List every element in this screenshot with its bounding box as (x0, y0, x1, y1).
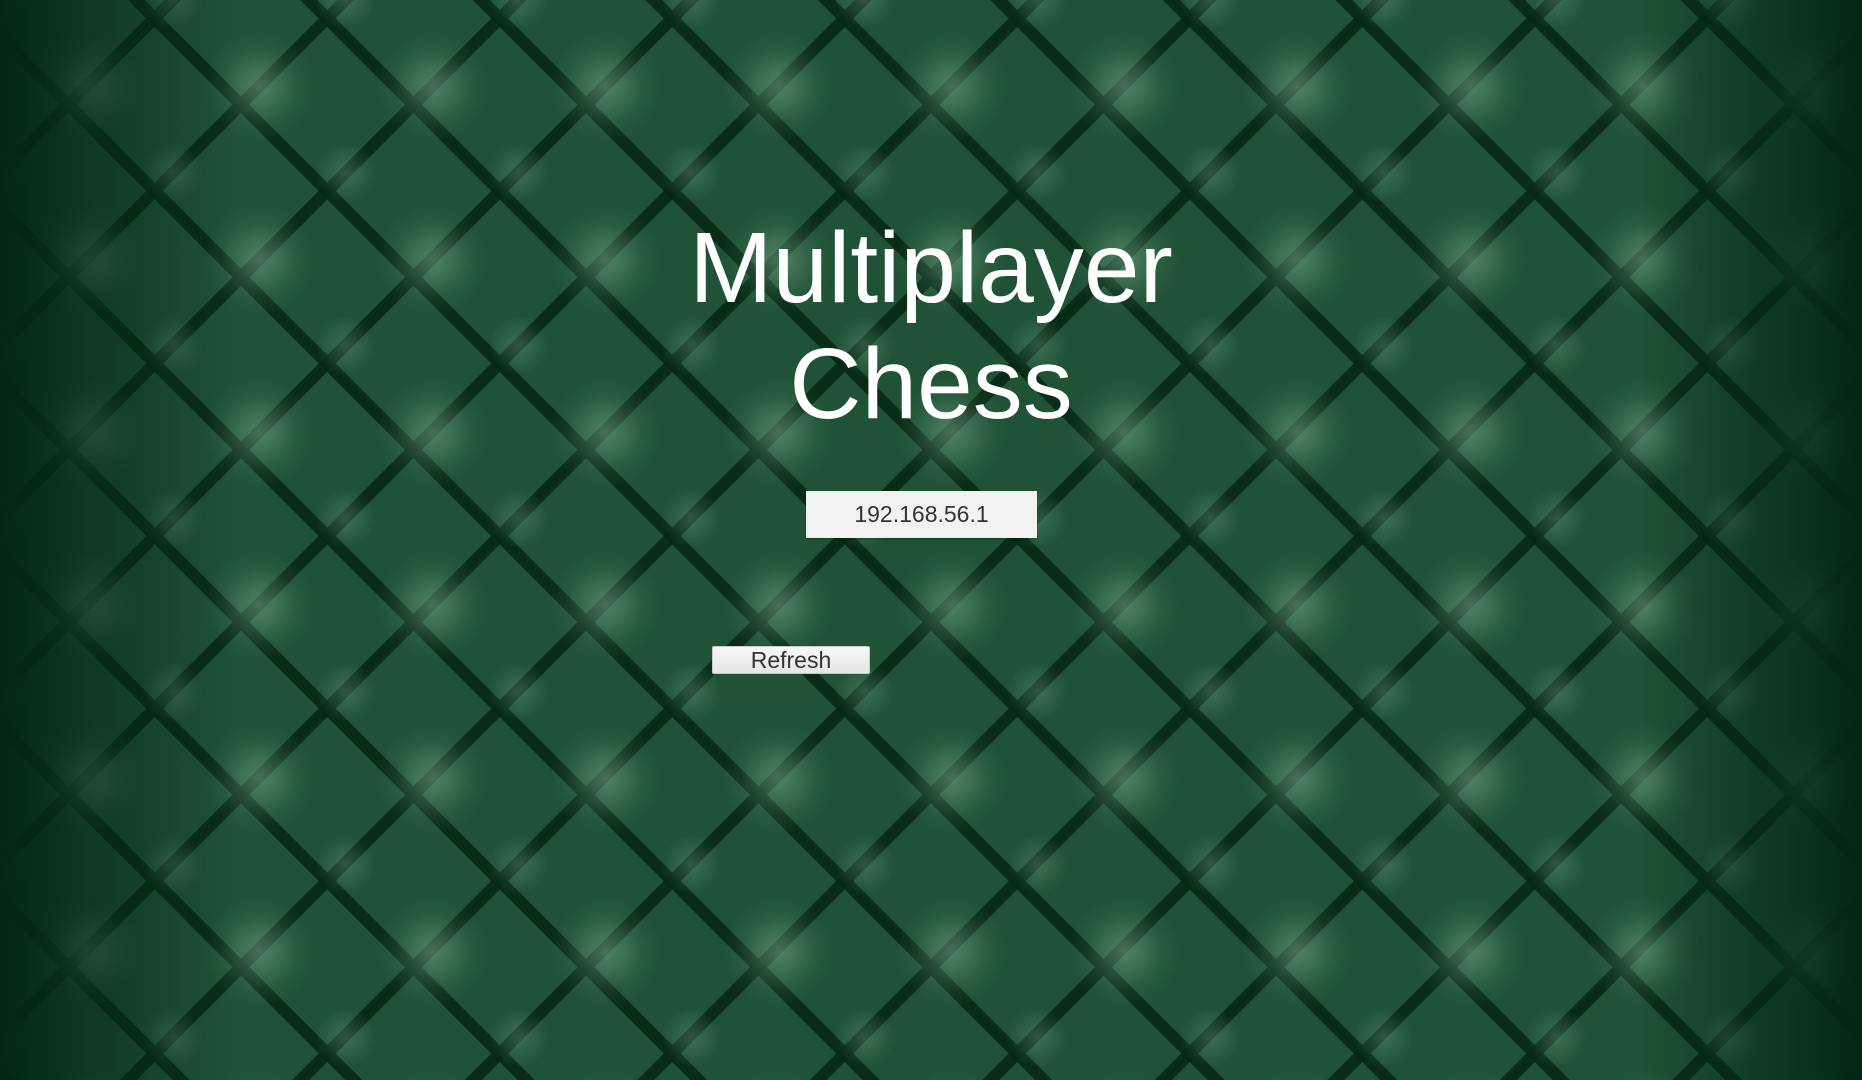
ip-address-input[interactable] (806, 491, 1037, 538)
background-vignette (0, 0, 1862, 1080)
refresh-button[interactable]: Refresh (712, 646, 870, 674)
game-title-line-2: Chess (789, 328, 1073, 440)
game-title-line-1: Multiplayer (689, 212, 1173, 324)
game-title: Multiplayer Chess (631, 210, 1231, 442)
